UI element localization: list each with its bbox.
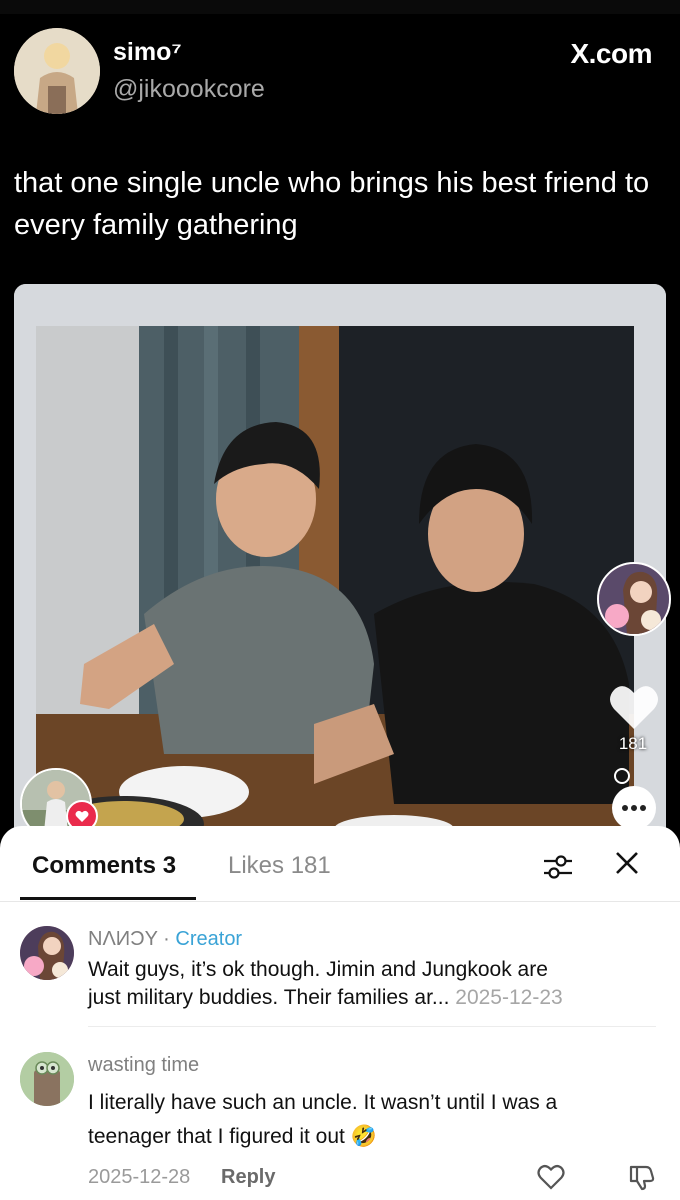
rotating-icon: [612, 766, 632, 786]
reply-button[interactable]: Reply: [221, 1166, 275, 1189]
comment-text-line: I literally have such an uncle. It wasn’…: [88, 1091, 558, 1114]
dislike-icon[interactable]: [628, 1163, 656, 1191]
author-avatar[interactable]: [14, 28, 100, 114]
name-separator: ·: [163, 928, 170, 950]
tweet-post: simo⁷ @jikoookcore X.com that one single…: [0, 0, 680, 840]
author-handle[interactable]: @jikoookcore: [113, 75, 265, 104]
close-icon[interactable]: [612, 850, 642, 880]
comment-text[interactable]: Wait guys, it’s ok though. Jimin and Jun…: [88, 956, 658, 1012]
comment-author[interactable]: wasting time: [88, 1054, 199, 1077]
laughing-emoji: 🤣: [350, 1125, 377, 1148]
comment-text-line: teenager that I figured it out: [88, 1125, 345, 1148]
creator-avatar[interactable]: [597, 562, 671, 636]
comment-text-line-with-emoji: teenager that I figured it out 🤣: [88, 1120, 658, 1154]
comment-date: 2025-12-28: [88, 1166, 191, 1188]
comment-date: 2025-12-23: [455, 986, 563, 1009]
comment-text[interactable]: I literally have such an uncle. It wasn’…: [88, 1086, 658, 1154]
like-outline-icon[interactable]: [537, 1164, 565, 1190]
comment-author[interactable]: NΛИƆY: [88, 928, 158, 950]
tweet-photo[interactable]: [14, 284, 666, 840]
status-strip: [0, 0, 680, 14]
source-label: X.com: [570, 38, 652, 69]
comment-author-line: NΛИƆY · Creator: [88, 928, 242, 951]
like-count: 181: [618, 734, 648, 753]
heart-icon[interactable]: [608, 683, 660, 731]
tabs-divider: [0, 901, 680, 902]
comment-text-line-with-date: just military buddies. Their families ar…: [88, 984, 658, 1012]
tab-likes[interactable]: Likes 181: [228, 852, 331, 880]
creator-badge: Creator: [175, 928, 243, 950]
author-name[interactable]: simo⁷: [113, 38, 182, 67]
comment-avatar[interactable]: [20, 1052, 74, 1106]
more-icon[interactable]: [612, 786, 656, 830]
filter-icon[interactable]: [543, 854, 573, 880]
tab-comments[interactable]: Comments 3: [32, 852, 176, 880]
active-tab-indicator: [20, 897, 196, 900]
comment-text-line: Wait guys, it’s ok though. Jimin and Jun…: [88, 958, 548, 981]
tweet-text: that one single uncle who brings his bes…: [14, 167, 650, 241]
comment-separator: [88, 1026, 656, 1027]
comments-sheet: Comments 3 Likes 181 NΛИƆY · Creator Wai…: [0, 826, 680, 1200]
comment-text-line: just military buddies. Their families ar…: [88, 986, 450, 1009]
comment-avatar[interactable]: [20, 926, 74, 980]
